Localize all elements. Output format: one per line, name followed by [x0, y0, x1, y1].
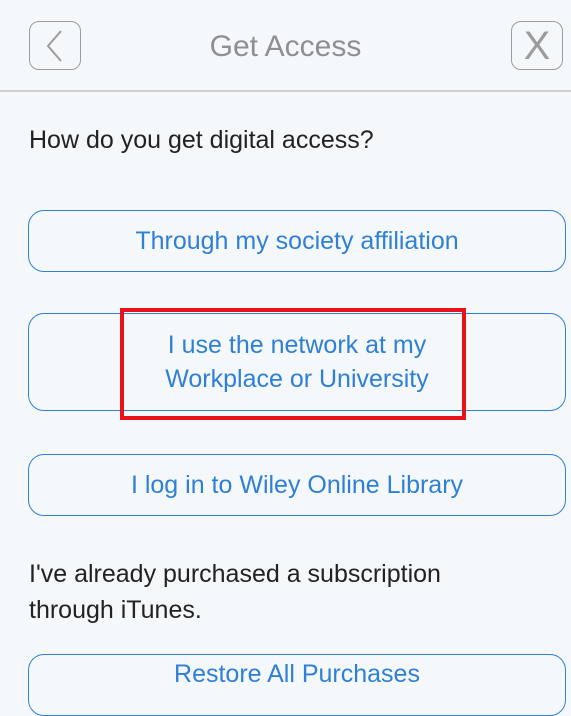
workplace-network-label: I use the network at my Workplace or Uni…	[165, 331, 429, 393]
society-affiliation-label: Through my society affiliation	[135, 226, 459, 255]
wiley-login-button[interactable]: I log in to Wiley Online Library	[28, 454, 566, 516]
restore-purchases-label: Restore All Purchases	[174, 659, 420, 688]
header-divider	[0, 90, 571, 92]
access-prompt: How do you get digital access?	[29, 126, 374, 154]
wiley-login-label: I log in to Wiley Online Library	[130, 470, 464, 499]
workplace-network-button[interactable]: I use the network at my Workplace or Uni…	[28, 313, 566, 411]
close-button[interactable]: X	[511, 21, 563, 70]
close-icon: X	[523, 23, 551, 68]
purchased-note: I've already purchased a subscription th…	[29, 560, 441, 624]
page-title: Get Access	[209, 30, 362, 63]
society-affiliation-button[interactable]: Through my society affiliation	[28, 210, 566, 272]
navigation-bar: Get Access X	[0, 0, 571, 90]
restore-purchases-button[interactable]: Restore All Purchases	[28, 654, 566, 716]
